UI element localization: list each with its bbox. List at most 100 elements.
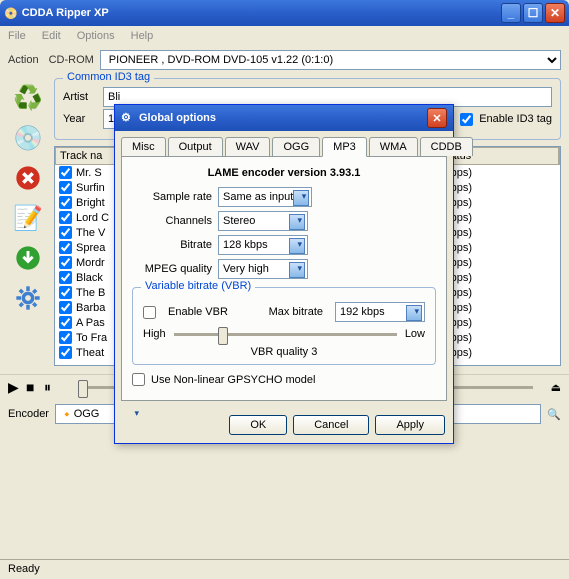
statusbar: Ready — [0, 559, 569, 579]
track-checkbox[interactable] — [59, 301, 72, 314]
settings-icon[interactable] — [12, 282, 44, 314]
browse-folder-icon[interactable]: 🔍 — [547, 408, 561, 421]
track-checkbox[interactable] — [59, 271, 72, 284]
track-checkbox[interactable] — [59, 196, 72, 209]
vbr-legend: Variable bitrate (VBR) — [141, 280, 255, 292]
tab-cddb[interactable]: CDDB — [420, 137, 473, 156]
sidebar: ♻️ 💿 📝 — [8, 78, 48, 366]
lame-header: LAME encoder version 3.93.1 — [132, 167, 436, 179]
track-name: Surfin — [76, 182, 116, 194]
track-checkbox[interactable] — [59, 166, 72, 179]
track-name: Black — [76, 272, 116, 284]
status-text: Ready — [8, 563, 40, 575]
cancel-icon[interactable] — [12, 162, 44, 194]
menu-help[interactable]: Help — [131, 30, 154, 42]
vbr-low-label: Low — [405, 328, 425, 340]
menu-options[interactable]: Options — [77, 30, 115, 42]
window-title: CDDA Ripper XP — [22, 7, 501, 19]
dialog-close-button[interactable]: ✕ — [427, 108, 447, 128]
minimize-button[interactable]: _ — [501, 3, 521, 23]
track-name: To Fra — [76, 332, 116, 344]
track-name: The B — [76, 287, 116, 299]
sample-rate-label: Sample rate — [132, 191, 212, 203]
track-name: Theat — [76, 347, 116, 359]
dialog-title: Global options — [139, 112, 427, 124]
apply-button[interactable]: Apply — [375, 415, 445, 435]
col-trackname[interactable]: Track na — [56, 148, 116, 164]
gpsycho-label: Use Non-linear GPSYCHO model — [151, 374, 315, 386]
enable-vbr-label: Enable VBR — [168, 306, 228, 318]
menu-edit[interactable]: Edit — [42, 30, 61, 42]
track-name: Mr. S — [76, 167, 116, 179]
max-bitrate-label: Max bitrate — [269, 306, 323, 318]
bitrate-select[interactable]: 128 kbps — [218, 235, 308, 255]
close-button[interactable]: ✕ — [545, 3, 565, 23]
cancel-button[interactable]: Cancel — [293, 415, 369, 435]
gear-icon: ⚙ — [121, 111, 135, 125]
tab-wav[interactable]: WAV — [225, 137, 271, 156]
bitrate-label: Bitrate — [132, 239, 212, 251]
track-checkbox[interactable] — [59, 316, 72, 329]
tab-ogg[interactable]: OGG — [272, 137, 320, 156]
enable-vbr-checkbox[interactable] — [143, 306, 156, 319]
track-name: The V — [76, 227, 116, 239]
action-row: Action CD-ROM PIONEER , DVD-ROM DVD-105 … — [0, 46, 569, 74]
action-label: Action — [8, 54, 39, 66]
channels-label: Channels — [132, 215, 212, 227]
track-checkbox[interactable] — [59, 346, 72, 359]
download-icon[interactable] — [12, 242, 44, 274]
tab-misc[interactable]: Misc — [121, 137, 166, 156]
encoder-label: Encoder — [8, 408, 49, 420]
artist-label: Artist — [63, 91, 97, 103]
pause-button[interactable]: ⏸ — [44, 379, 60, 396]
tab-output[interactable]: Output — [168, 137, 223, 156]
mpeg-quality-select[interactable]: Very high — [218, 259, 308, 279]
maximize-button[interactable]: ☐ — [523, 3, 543, 23]
track-name: Sprea — [76, 242, 116, 254]
track-checkbox[interactable] — [59, 331, 72, 344]
channels-select[interactable]: Stereo — [218, 211, 308, 231]
tab-mp3[interactable]: MP3 — [322, 137, 367, 157]
tab-wma[interactable]: WMA — [369, 137, 418, 156]
year-label: Year — [63, 113, 97, 125]
track-checkbox[interactable] — [59, 226, 72, 239]
track-checkbox[interactable] — [59, 241, 72, 254]
mp3-panel: LAME encoder version 3.93.1 Sample rate … — [121, 156, 447, 401]
track-name: Bright — [76, 197, 116, 209]
vbr-quality-slider[interactable] — [174, 333, 397, 336]
track-name: Mordr — [76, 257, 116, 269]
gpsycho-checkbox[interactable] — [132, 373, 145, 386]
main-titlebar: 📀 CDDA Ripper XP _ ☐ ✕ — [0, 0, 569, 26]
track-checkbox[interactable] — [59, 256, 72, 269]
vbr-high-label: High — [143, 328, 166, 340]
track-name: A Pas — [76, 317, 116, 329]
mpeg-quality-label: MPEG quality — [132, 263, 212, 275]
tabstrip: Misc Output WAV OGG MP3 WMA CDDB — [115, 131, 453, 156]
eject-icon[interactable]: ⏏ — [551, 381, 561, 394]
sample-rate-select[interactable]: Same as input — [218, 187, 312, 207]
enable-id3-label: Enable ID3 tag — [479, 113, 552, 125]
track-checkbox[interactable] — [59, 211, 72, 224]
ok-button[interactable]: OK — [229, 415, 287, 435]
edit-icon[interactable]: 📝 — [12, 202, 44, 234]
vbr-fieldset: Variable bitrate (VBR) Enable VBR Max bi… — [132, 287, 436, 365]
track-name: Lord C — [76, 212, 116, 224]
global-options-dialog: ⚙ Global options ✕ Misc Output WAV OGG M… — [114, 104, 454, 444]
cdrom-select[interactable]: PIONEER , DVD-ROM DVD-105 v1.22 (0:1:0) — [100, 50, 561, 70]
app-icon: 📀 — [4, 7, 18, 20]
refresh-icon[interactable]: ♻️ — [12, 82, 44, 114]
disc-icon[interactable]: 💿 — [12, 122, 44, 154]
vbr-quality-value: VBR quality 3 — [143, 346, 425, 358]
play-button[interactable]: ▶ — [8, 379, 24, 396]
dialog-titlebar: ⚙ Global options ✕ — [115, 105, 453, 131]
track-name: Barba — [76, 302, 116, 314]
menubar: File Edit Options Help — [0, 26, 569, 46]
track-checkbox[interactable] — [59, 286, 72, 299]
menu-file[interactable]: File — [8, 30, 26, 42]
cdrom-label: CD-ROM — [49, 54, 94, 66]
id3-legend: Common ID3 tag — [63, 71, 154, 83]
track-checkbox[interactable] — [59, 181, 72, 194]
max-bitrate-select[interactable]: 192 kbps — [335, 302, 425, 322]
stop-button[interactable]: ■ — [26, 379, 42, 396]
enable-id3-checkbox[interactable] — [460, 113, 473, 126]
